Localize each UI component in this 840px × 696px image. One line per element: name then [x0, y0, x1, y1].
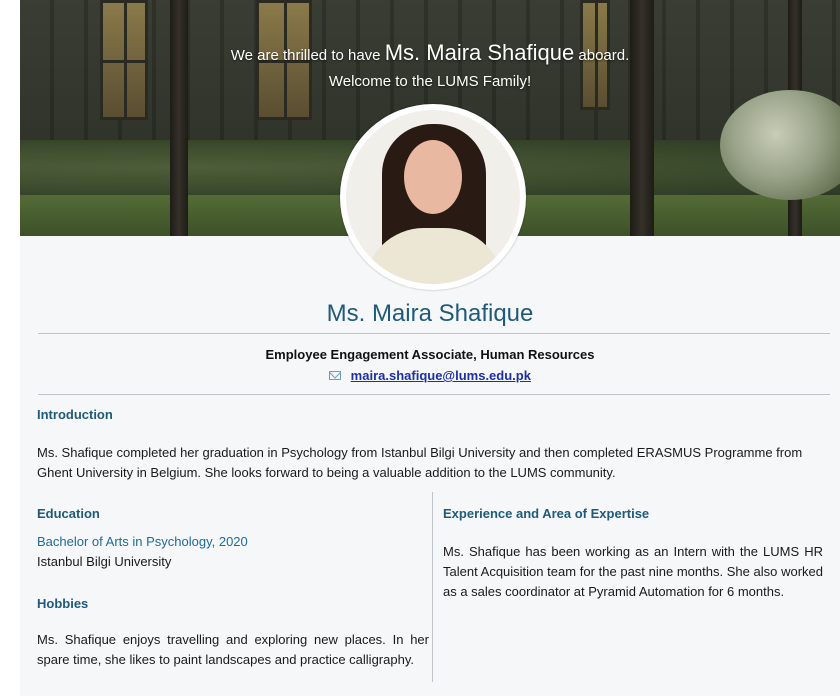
divider: [38, 333, 830, 334]
welcome-prefix: We are thrilled to have: [230, 47, 381, 64]
experience-text: Ms. Shafique has been working as an Inte…: [443, 544, 823, 599]
column-divider: [432, 492, 433, 682]
hobbies-text: Ms. Shafique enjoys travelling and explo…: [37, 632, 429, 667]
introduction-heading: Introduction: [37, 407, 113, 422]
mail-icon: [329, 371, 342, 380]
welcome-card: We are thrilled to have Ms. Maira Shafiq…: [20, 0, 840, 696]
employee-name: Ms. Maira Shafique: [326, 300, 534, 327]
email-row: maira.shafique@lums.edu.pk: [20, 368, 840, 383]
welcome-line-1: We are thrilled to have Ms. Maira Shafiq…: [20, 40, 840, 69]
introduction-text: Ms. Shafique completed her graduation in…: [37, 445, 803, 480]
education-degree: Bachelor of Arts in Psychology, 2020: [37, 534, 248, 549]
divider: [38, 394, 830, 395]
welcome-message: We are thrilled to have Ms. Maira Shafiq…: [20, 40, 840, 95]
education-heading: Education: [37, 506, 100, 521]
tree-trunk: [170, 0, 188, 236]
email-link[interactable]: maira.shafique@lums.edu.pk: [351, 368, 531, 383]
education-institution: Istanbul Bilgi University: [37, 554, 172, 569]
welcome-name: Ms. Maira Shafique: [384, 40, 575, 65]
employee-role: Employee Engagement Associate, Human Res…: [265, 347, 595, 362]
experience-heading: Experience and Area of Expertise: [443, 506, 650, 521]
hobbies-heading: Hobbies: [37, 596, 89, 611]
tree-trunk: [630, 0, 654, 236]
profile-photo: [340, 104, 526, 290]
welcome-line-2: Welcome to the LUMS Family!: [328, 73, 532, 90]
welcome-suffix: aboard.: [578, 47, 630, 64]
